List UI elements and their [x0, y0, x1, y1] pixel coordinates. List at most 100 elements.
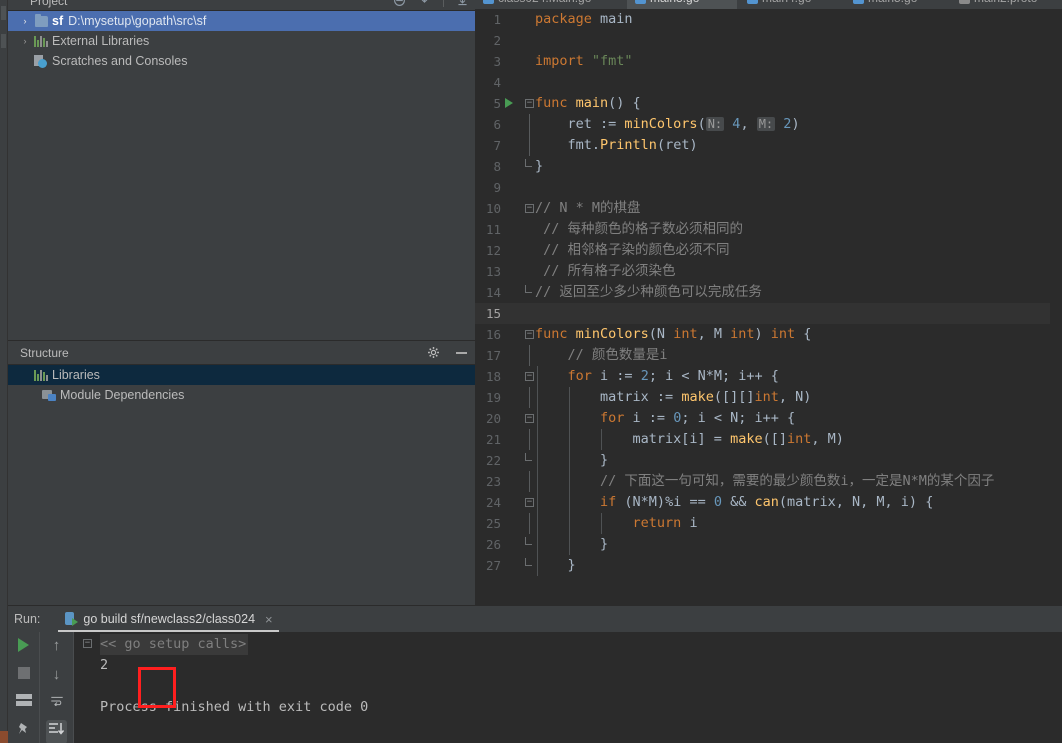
- editor-tab-main4-go[interactable]: main4.go: [739, 0, 843, 9]
- scroll-to-end-button[interactable]: [46, 720, 67, 743]
- chevron-right-icon[interactable]: ›: [18, 16, 32, 26]
- pin-icon[interactable]: [16, 721, 32, 738]
- collapse-all-icon[interactable]: [393, 0, 406, 7]
- go-file-icon: [635, 0, 646, 4]
- close-icon[interactable]: ×: [265, 612, 273, 627]
- minimize-icon[interactable]: [456, 351, 467, 354]
- line-number: 4: [493, 75, 501, 90]
- run-config-tab[interactable]: go build sf/newclass2/class024 ×: [58, 606, 279, 632]
- down-arrow-icon[interactable]: ↓: [53, 667, 61, 682]
- fold-line: [529, 513, 530, 534]
- code-line[interactable]: 14 // 返回至少多少种颜色可以完成任务: [475, 282, 1062, 303]
- code-line[interactable]: 22 }: [475, 450, 1062, 471]
- code-line[interactable]: 21 matrix[i] = make([]int, M): [475, 429, 1062, 450]
- editor-tab-main2-proto[interactable]: main2.proto: [951, 0, 1061, 9]
- folder-icon: [32, 13, 50, 27]
- code-line[interactable]: 6 ret := minColors(N: 4, M: 2): [475, 114, 1062, 135]
- code-editor[interactable]: 1package main23import "fmt"45func main()…: [475, 9, 1062, 597]
- code-token: // 所有格子必须染色: [535, 263, 676, 279]
- code-token: matrix[i] =: [535, 431, 731, 447]
- strip-mark-structure[interactable]: [1, 34, 6, 48]
- editor-tab-main3-go[interactable]: main3.go: [627, 0, 737, 9]
- code-line[interactable]: 27 }: [475, 555, 1062, 576]
- settings-icon[interactable]: [418, 0, 431, 7]
- project-tree[interactable]: › sf D:\mysetup\gopath\src\sf › External…: [8, 11, 475, 71]
- code-token: &&: [721, 494, 755, 510]
- code-line[interactable]: 9: [475, 177, 1062, 198]
- fold-toggle-icon[interactable]: [525, 99, 534, 108]
- code-token: ): [791, 116, 800, 132]
- code-token: i: [681, 515, 698, 531]
- code-token: if: [600, 494, 617, 510]
- code-line[interactable]: 17 // 颜色数量是i: [475, 345, 1062, 366]
- tree-item-external-libraries[interactable]: › External Libraries: [8, 31, 475, 51]
- editor-tab-main5-go[interactable]: main5.go: [845, 0, 949, 9]
- code-line[interactable]: 12 // 相邻格子染的颜色必须不同: [475, 240, 1062, 261]
- fold-toggle-icon[interactable]: [525, 498, 534, 507]
- code-line[interactable]: 20 for i := 0; i < N; i++ {: [475, 408, 1062, 429]
- code-line[interactable]: 1 package main: [475, 9, 1062, 30]
- run-toolbar-primary[interactable]: [8, 632, 40, 743]
- hide-icon[interactable]: [456, 0, 469, 7]
- project-header-actions: [393, 0, 469, 7]
- left-tool-window-strip[interactable]: [0, 0, 8, 743]
- code-line[interactable]: 10 // N * M的棋盘: [475, 198, 1062, 219]
- gear-icon[interactable]: [427, 346, 440, 359]
- fold-toggle-icon[interactable]: [525, 372, 534, 381]
- fold-toggle-icon[interactable]: [525, 330, 534, 339]
- up-arrow-icon[interactable]: ↑: [53, 638, 61, 653]
- editor-tab-class024-main-go[interactable]: class024.Main.go: [475, 0, 625, 9]
- code-token: int: [754, 389, 779, 405]
- strip-mark-terminal[interactable]: [0, 731, 8, 743]
- code-line[interactable]: 19 matrix := make([][]int, N): [475, 387, 1062, 408]
- run-gutter-icon[interactable]: [505, 98, 513, 108]
- code-token: for: [600, 410, 625, 426]
- tree-item-sf[interactable]: › sf D:\mysetup\gopath\src\sf: [8, 11, 475, 31]
- code-token: 2: [640, 368, 649, 384]
- chevron-right-icon[interactable]: ›: [18, 36, 32, 46]
- fold-toggle-icon[interactable]: [525, 414, 534, 423]
- run-console[interactable]: − << go setup calls> 2 Process finished …: [74, 632, 1062, 743]
- rerun-icon[interactable]: [18, 638, 29, 652]
- code-line[interactable]: 2: [475, 30, 1062, 51]
- code-line[interactable]: 5 func main() {: [475, 93, 1062, 114]
- line-number: 1: [493, 12, 501, 27]
- code-line[interactable]: 23 // 下面这一句可知，需要的最少颜色数i，一定是N*M的某个因子: [475, 471, 1062, 492]
- code-line[interactable]: 15: [475, 303, 1062, 324]
- fold-end-icon[interactable]: [525, 558, 532, 566]
- code-line[interactable]: 7 fmt.Println(ret): [475, 135, 1062, 156]
- tree-item-scratches-and-consoles[interactable]: Scratches and Consoles: [8, 51, 475, 71]
- stop-icon[interactable]: [17, 667, 30, 679]
- code-line[interactable]: 13 // 所有格子必须染色: [475, 261, 1062, 282]
- go-file-icon: [853, 0, 864, 4]
- run-toolbar-secondary[interactable]: ↑ ↓: [40, 632, 74, 743]
- code-text: func minColors(N int, M int) int {: [535, 324, 811, 345]
- fold-end-icon[interactable]: [525, 537, 532, 545]
- layout-icon[interactable]: [15, 694, 32, 706]
- fold-toggle-icon[interactable]: [525, 204, 534, 213]
- code-line[interactable]: 25 return i: [475, 513, 1062, 534]
- code-line[interactable]: 11 // 每种颜色的格子数必须相同的: [475, 219, 1062, 240]
- fold-end-icon[interactable]: [525, 285, 532, 293]
- editor-tab-strip[interactable]: class024.Main.go main3.go main4.go main5…: [475, 0, 1062, 9]
- code-line[interactable]: 18 for i := 2; i < N*M; i++ {: [475, 366, 1062, 387]
- code-line[interactable]: 4: [475, 72, 1062, 93]
- structure-tree[interactable]: Libraries Module Dependencies: [8, 365, 475, 405]
- structure-panel-header: Structure: [8, 341, 475, 365]
- code-token: }: [535, 557, 576, 573]
- code-text: // 下面这一句可知，需要的最少颜色数i，一定是N*M的某个因子: [535, 471, 994, 492]
- structure-item-module-dependencies[interactable]: Module Dependencies: [8, 385, 475, 405]
- line-number: 21: [485, 432, 501, 447]
- fold-end-icon[interactable]: [525, 453, 532, 461]
- code-line[interactable]: 26 }: [475, 534, 1062, 555]
- strip-mark-project[interactable]: [1, 6, 6, 20]
- code-line[interactable]: 24 if (N*M)%i == 0 && can(matrix, N, M, …: [475, 492, 1062, 513]
- structure-item-libraries[interactable]: Libraries: [8, 365, 475, 385]
- console-fold-icon[interactable]: −: [83, 639, 92, 648]
- fold-end-icon[interactable]: [525, 159, 532, 167]
- code-line[interactable]: 16func minColors(N int, M int) int {: [475, 324, 1062, 345]
- code-line[interactable]: 3 import "fmt": [475, 51, 1062, 72]
- code-line[interactable]: 8}: [475, 156, 1062, 177]
- line-number: 5: [493, 96, 501, 111]
- soft-wrap-icon[interactable]: [48, 696, 66, 706]
